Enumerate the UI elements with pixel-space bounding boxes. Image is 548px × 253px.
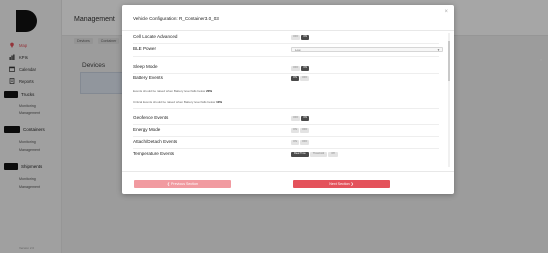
energy-mode-label: Energy Mode (133, 127, 161, 132)
row-divider (133, 73, 439, 74)
toggle-off[interactable]: OFF (300, 76, 310, 81)
toggle-on[interactable]: ON (301, 35, 310, 40)
toggle-off[interactable]: OFF (291, 35, 301, 40)
close-icon[interactable]: × (444, 9, 448, 15)
toggle-option[interactable]: OFF (300, 140, 310, 145)
geofence-toggle[interactable]: OFF ON (291, 116, 310, 121)
row-divider (133, 43, 439, 44)
attach-detach-label: Attach/Detach Events (133, 139, 178, 144)
hint-text: Critical Events should be raised when Ba… (133, 100, 216, 104)
footer-divider (122, 171, 454, 172)
battery-events-label: Battery Events (133, 75, 163, 80)
toggle-on[interactable]: ON (291, 76, 299, 81)
header-divider (122, 30, 454, 31)
temperature-mode-selector[interactable]: Real Time Threshold Off (291, 152, 338, 157)
toggle-option[interactable]: ON (291, 128, 299, 133)
vehicle-config-modal: Vehicle Configuration: R_Container3.0_03… (122, 5, 454, 194)
arrow-left-icon: ❮ (167, 182, 171, 186)
toggle-option[interactable]: OFF (300, 128, 310, 133)
toggle-on[interactable]: ON (301, 116, 310, 121)
battery-threshold-value[interactable]: 20% (206, 89, 212, 93)
previous-section-button[interactable]: ❮ Previous Section (134, 180, 231, 188)
attach-detach-toggle[interactable]: ON OFF (291, 140, 310, 145)
sleep-mode-label: Sleep Mode (133, 64, 158, 69)
energy-mode-toggle[interactable]: ON OFF (291, 128, 310, 133)
cell-locate-label: Cell Locate Advanced (133, 34, 178, 39)
row-divider (133, 136, 439, 137)
modal-title: Vehicle Configuration: R_Container3.0_03 (133, 16, 219, 21)
temperature-events-label: Temperature Events (133, 151, 175, 156)
toggle-off[interactable]: OFF (291, 116, 301, 121)
battery-events-toggle[interactable]: ON OFF (291, 76, 310, 81)
hint-text: Events should be raised when Battery lev… (133, 89, 206, 93)
row-divider (133, 56, 439, 57)
arrow-right-icon: ❯ (350, 182, 354, 186)
temperature-option-realtime[interactable]: Real Time (291, 152, 309, 157)
row-divider (133, 148, 439, 149)
scrollbar-thumb[interactable] (448, 41, 450, 81)
cell-locate-toggle[interactable]: OFF ON (291, 35, 310, 40)
ble-power-label: BLE Power (133, 46, 156, 51)
row-divider (133, 108, 439, 109)
toggle-off[interactable]: OFF (291, 66, 301, 71)
toggle-option[interactable]: ON (291, 140, 299, 145)
toggle-on[interactable]: ON (301, 66, 310, 71)
battery-critical-value[interactable]: 10% (216, 100, 222, 104)
next-section-button[interactable]: Next Section ❯ (293, 180, 390, 188)
temperature-option-off[interactable]: Off (328, 152, 338, 157)
button-label: Previous Section (171, 182, 198, 186)
background-close-icon: × (540, 57, 543, 62)
battery-threshold-hint: Events should be raised when Battery lev… (133, 89, 212, 93)
ble-power-value: Low (295, 48, 301, 52)
row-divider (133, 124, 439, 125)
ble-power-select[interactable]: Low ▼ (291, 47, 443, 52)
sleep-mode-toggle[interactable]: OFF ON (291, 66, 310, 71)
temperature-option-threshold[interactable]: Threshold (309, 152, 328, 157)
geofence-events-label: Geofence Events (133, 115, 169, 120)
chevron-down-icon: ▼ (437, 48, 440, 52)
battery-critical-hint: Critical Events should be raised when Ba… (133, 100, 222, 104)
button-label: Next Section (329, 182, 350, 186)
